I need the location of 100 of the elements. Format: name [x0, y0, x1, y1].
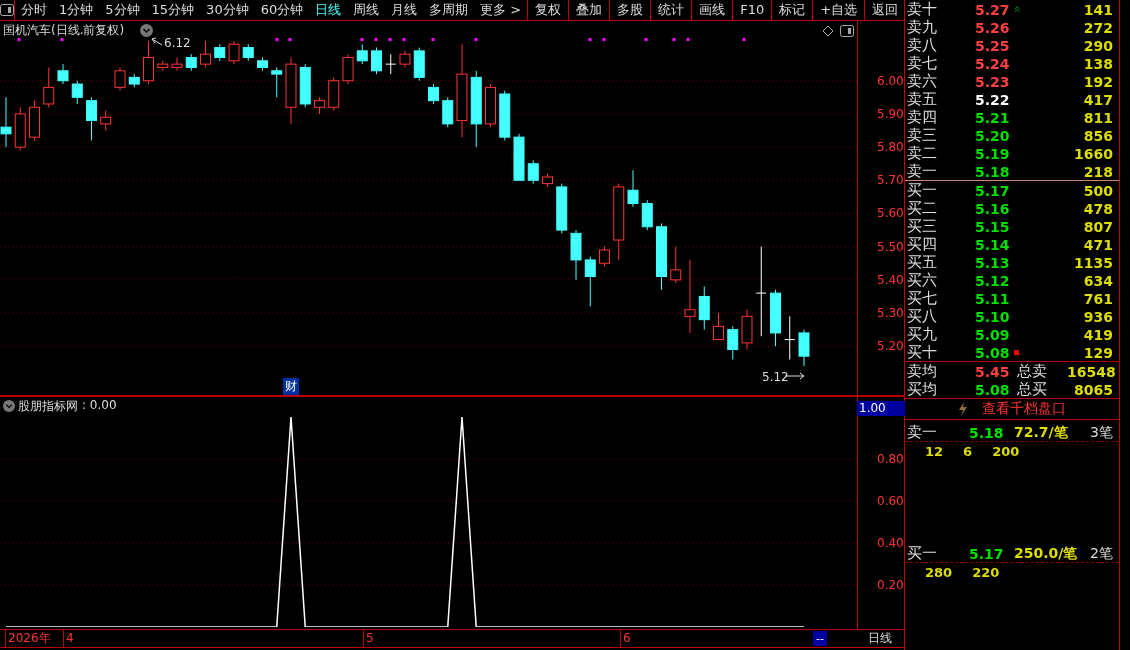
- level-label: 买二: [907, 199, 938, 218]
- level-label: 买六: [907, 271, 938, 290]
- diamond-icon[interactable]: [822, 25, 834, 37]
- candlestick: [57, 63, 69, 85]
- panel-icon[interactable]: [0, 4, 14, 16]
- period-tab[interactable]: 月线: [385, 1, 424, 19]
- candlestick: [627, 169, 639, 208]
- level-label: 卖三: [907, 126, 938, 145]
- candlestick: [86, 96, 97, 141]
- level-price: 5.15: [975, 218, 1010, 235]
- toolbar-button[interactable]: 叠加: [568, 0, 610, 20]
- candlestick: [371, 47, 382, 75]
- chart-title: 国机汽车(日线.前复权): [3, 22, 125, 39]
- period-tab[interactable]: 1分钟: [53, 1, 100, 19]
- candlestick: [727, 325, 739, 360]
- period-tab[interactable]: 60分钟: [254, 1, 310, 19]
- level-label: 卖十: [907, 0, 938, 19]
- axis-label: 0.80: [877, 452, 904, 466]
- queue-price: 5.17: [969, 545, 1005, 562]
- period-tab[interactable]: 多周期: [423, 1, 475, 19]
- level-volume: 811: [1083, 109, 1113, 126]
- dropdown-icon[interactable]: [3, 400, 15, 412]
- toolbar-button[interactable]: 返回: [864, 0, 906, 20]
- candlestick: [128, 73, 140, 88]
- candlestick: [43, 66, 55, 108]
- level-price: 5.17: [975, 182, 1010, 199]
- candlestick: [442, 96, 454, 128]
- toolbar-button[interactable]: 画线: [691, 0, 733, 20]
- level-volume: 419: [1083, 326, 1113, 343]
- axis-label: 5.40: [877, 272, 904, 287]
- period-tab[interactable]: 更多 >: [474, 1, 528, 19]
- candlestick: [299, 63, 311, 108]
- axis-label: 5.30: [877, 306, 904, 321]
- candlestick: [171, 57, 183, 72]
- candlestick: [114, 66, 126, 92]
- arrow-icon: [151, 37, 163, 46]
- level-volume: 272: [1083, 19, 1113, 36]
- candlestick: [499, 90, 511, 141]
- toolbar-button[interactable]: 复权: [527, 0, 569, 20]
- finance-badge[interactable]: 财: [283, 378, 299, 395]
- candlestick: [100, 110, 112, 131]
- average-price: 5.08: [975, 381, 1011, 398]
- level-price: 5.16: [975, 200, 1010, 217]
- level-price: 5.13: [975, 254, 1010, 271]
- level-price: 5.26: [975, 19, 1010, 36]
- candlestick: [570, 229, 582, 281]
- level-label: 卖四: [907, 108, 938, 127]
- candlestick: [713, 312, 724, 341]
- dropdown-icon[interactable]: [140, 24, 153, 37]
- period-tab[interactable]: 分时: [15, 1, 53, 19]
- level-price: 5.08: [975, 344, 1010, 361]
- period-tab[interactable]: 周线: [347, 1, 386, 19]
- toolbar-button[interactable]: 统计: [650, 0, 692, 20]
- candlestick: [656, 222, 667, 291]
- period-tab[interactable]: 30分钟: [200, 1, 255, 19]
- queue-price: 5.18: [969, 424, 1005, 441]
- axis-label: 6.00: [877, 73, 904, 88]
- axis-label: 0.40: [877, 536, 904, 550]
- level-price: 5.21: [975, 109, 1010, 126]
- panel-icon[interactable]: [840, 25, 854, 37]
- toolbar-button[interactable]: +自选: [812, 0, 865, 20]
- date-label: 6: [620, 630, 631, 647]
- level-label: 卖八: [907, 36, 938, 55]
- candlestick: [670, 246, 682, 284]
- average-label: 买均: [907, 380, 938, 399]
- axis-label: 5.50: [877, 239, 904, 254]
- candlestick: [14, 106, 26, 151]
- candlestick: [271, 66, 283, 98]
- level-price: 5.09: [975, 326, 1010, 343]
- period-tab[interactable]: 日线: [309, 1, 348, 19]
- candlestick: [29, 100, 40, 141]
- level-label: 卖一: [907, 162, 938, 181]
- depth-link[interactable]: 查看千档盘口: [982, 400, 1066, 418]
- period-tab[interactable]: 15分钟: [145, 1, 201, 19]
- level-volume: 936: [1083, 308, 1113, 325]
- level-price: 5.27: [975, 1, 1010, 18]
- average-per-order: 72.7/笔: [1014, 423, 1069, 442]
- average-price: 5.45: [975, 363, 1011, 380]
- level-price: 5.14: [975, 236, 1010, 253]
- candlestick: [399, 50, 411, 68]
- candlestick: [385, 53, 397, 75]
- order-count: 2笔: [1090, 544, 1113, 563]
- toolbar-button[interactable]: 标记: [771, 0, 813, 20]
- level-price: 5.23: [975, 73, 1010, 90]
- high-price-label: 6.12: [164, 36, 191, 50]
- level-label: 卖七: [907, 54, 938, 73]
- level-label: 买九: [907, 325, 938, 344]
- toolbar-button[interactable]: 多股: [609, 0, 651, 20]
- period-tab[interactable]: 5分钟: [99, 1, 146, 19]
- candlestick: [185, 53, 197, 72]
- date-label: 2026年: [5, 630, 51, 647]
- candlestick: [698, 286, 710, 331]
- low-price-label: 5.12: [762, 370, 789, 384]
- candlestick: [527, 159, 539, 185]
- level-label: 买三: [907, 217, 938, 236]
- level-label: 买一: [907, 181, 938, 200]
- level-volume: 1135: [1074, 254, 1113, 271]
- level-price: 5.25: [975, 37, 1010, 54]
- level-price: 5.12: [975, 272, 1010, 289]
- toolbar-button[interactable]: F10: [732, 0, 772, 20]
